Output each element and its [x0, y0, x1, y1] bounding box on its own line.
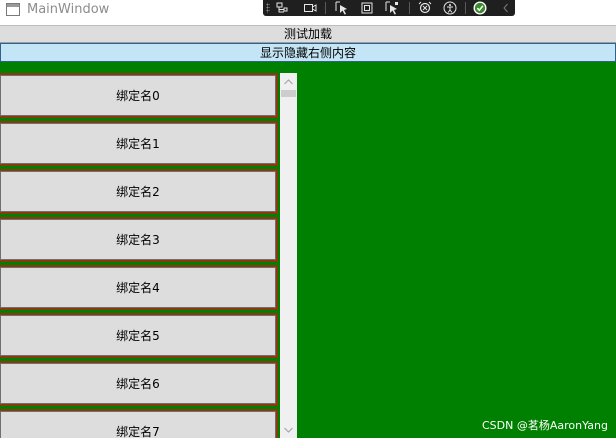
list-item: 绑定名1	[0, 121, 278, 166]
go-to-live-visual-tree-icon[interactable]	[275, 1, 289, 15]
list-item: 绑定名6	[0, 361, 278, 406]
accessibility-icon[interactable]	[443, 1, 457, 15]
binding-item-button[interactable]: 绑定名6	[0, 363, 276, 404]
list-item: 绑定名4	[0, 265, 278, 310]
binding-item-button[interactable]: 绑定名5	[0, 315, 276, 356]
list-item: 绑定名0	[0, 73, 278, 118]
display-layout-adorners-icon[interactable]	[360, 1, 374, 15]
toolbar-separator	[465, 2, 466, 14]
list-item: 绑定名7	[0, 409, 278, 438]
list-item: 绑定名5	[0, 313, 278, 358]
toolbar-separator	[409, 2, 410, 14]
binding-item-button[interactable]: 绑定名2	[0, 171, 276, 212]
list-item: 绑定名2	[0, 169, 278, 214]
toolbar-separator	[325, 2, 326, 14]
test-load-button[interactable]: 测试加载	[0, 25, 616, 43]
binding-item-button[interactable]: 绑定名4	[0, 267, 276, 308]
list-item: 绑定名3	[0, 217, 278, 262]
binding-item-button[interactable]: 绑定名1	[0, 123, 276, 164]
window-icon	[6, 3, 20, 16]
watermark: CSDN @茗杨AaronYang	[481, 419, 608, 432]
collapse-chevron-icon[interactable]	[499, 1, 513, 15]
scroll-up-button[interactable]	[280, 73, 297, 90]
chevron-down-icon	[284, 427, 293, 433]
scroll-down-button[interactable]	[280, 421, 297, 438]
binding-item-button[interactable]: 绑定名0	[0, 75, 276, 116]
binding-list[interactable]: 绑定名0 绑定名1 绑定名2 绑定名3 绑定名4 绑定名5 绑定名6 绑定名7	[0, 73, 282, 438]
track-focus-icon[interactable]	[385, 1, 399, 15]
binding-check-icon[interactable]	[473, 1, 487, 15]
debug-toolbar	[263, 0, 515, 16]
toggle-right-content-button[interactable]: 显示隐藏右侧内容	[0, 43, 616, 62]
show-in-app-toolbar-icon[interactable]	[303, 1, 317, 15]
binding-item-button[interactable]: 绑定名3	[0, 219, 276, 260]
list-scrollbar[interactable]	[280, 73, 297, 438]
chevron-up-icon	[284, 78, 293, 84]
scroll-thumb[interactable]	[281, 90, 296, 97]
toolbar-grip[interactable]	[266, 3, 270, 13]
window-title: MainWindow	[27, 2, 110, 17]
hot-reload-icon[interactable]	[418, 1, 432, 15]
binding-item-button[interactable]: 绑定名7	[0, 411, 276, 438]
select-element-icon[interactable]	[335, 1, 349, 15]
content-area: 绑定名0 绑定名1 绑定名2 绑定名3 绑定名4 绑定名5 绑定名6 绑定名7	[0, 62, 616, 438]
